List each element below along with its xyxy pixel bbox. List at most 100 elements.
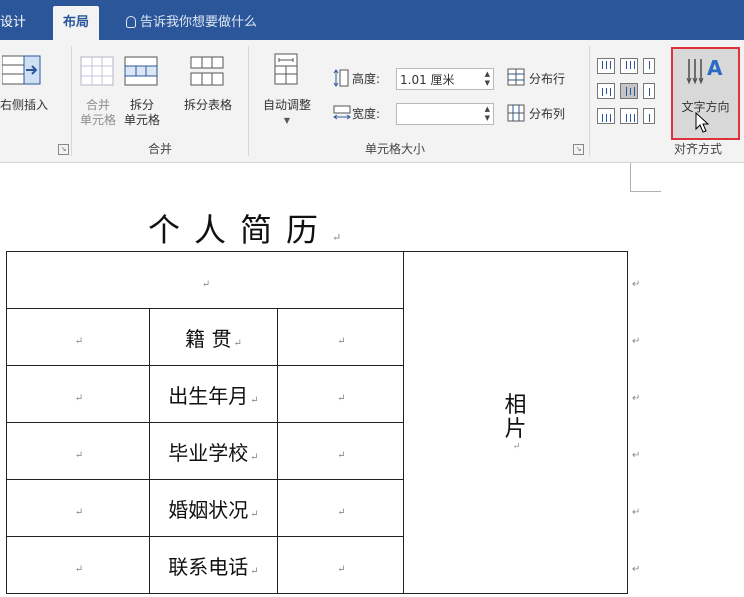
row-end-mark: ↵ <box>632 393 641 404</box>
label-cell[interactable]: 出生年月 ↵ <box>149 365 278 423</box>
table-cell[interactable]: ↵ <box>6 422 150 480</box>
align-top-left-button[interactable] <box>597 58 615 74</box>
resume-table[interactable]: ↵ 相 片 ↵ ↵ 籍 贯↵ ↵ ↵ 出生年月↵ ↵ ↵ 毕业学校↵ ↵ <box>6 251 628 594</box>
merge-cells-label-2: 单元格 <box>79 113 116 127</box>
cell-mark: ↵ <box>337 450 346 461</box>
row-end-mark: ↵ <box>632 336 641 347</box>
tab-design[interactable]: 设计 <box>0 6 26 40</box>
table-cell[interactable]: ↵ <box>6 479 150 537</box>
cell-mark: ↵ <box>250 394 259 406</box>
label-text: 籍 贯 <box>185 326 232 351</box>
merge-cells-label-1: 合并 <box>85 98 110 112</box>
distribute-rows-button[interactable]: 分布行 <box>529 70 565 87</box>
align-bottom-right-button[interactable] <box>643 108 655 124</box>
ribbon: 右侧插入 ↘ 合并 单元格 拆分 单元格 拆分表格 合并 自动调整 ▼ 高度: … <box>0 40 744 163</box>
table-cell[interactable]: ↵ <box>277 479 404 537</box>
autofit-icon <box>272 52 300 86</box>
merge-group-label: 合并 <box>147 142 172 156</box>
tell-me-text: 告诉我你想要做什么 <box>140 15 258 30</box>
table-cell[interactable]: ↵ <box>277 308 404 366</box>
cell-mark: ↵ <box>233 337 242 349</box>
cell-mark: ↵ <box>74 564 84 575</box>
text-direction-icon: A <box>685 55 729 89</box>
spinner-arrows-icon[interactable]: ▲ ▼ <box>485 70 490 88</box>
tab-layout[interactable]: 布局 <box>53 6 100 40</box>
align-bottom-center-button[interactable] <box>620 108 638 124</box>
split-table-button[interactable]: 拆分表格 <box>176 98 240 113</box>
table-cell[interactable]: ↵ <box>277 536 404 594</box>
column-width-icon <box>333 105 351 121</box>
label-cell[interactable]: 籍 贯 ↵ <box>149 308 278 366</box>
align-middle-left-button[interactable] <box>597 83 615 99</box>
distribute-rows-icon <box>507 68 525 86</box>
autofit-button[interactable]: 自动调整 ▼ <box>256 98 318 128</box>
height-input[interactable]: 1.01 厘米 ▲ ▼ <box>396 68 494 90</box>
photo-char-2: 片 <box>504 416 527 442</box>
row-end-mark: ↵ <box>632 507 641 518</box>
table-cell[interactable]: ↵ <box>277 365 404 423</box>
group-separator <box>248 46 249 156</box>
label-text: 毕业学校 <box>168 440 249 465</box>
document-title-text: 个人简历 <box>148 211 333 249</box>
cell-mark: ↵ <box>74 507 84 518</box>
table-cell[interactable]: ↵ <box>277 422 404 480</box>
cell-mark: ↵ <box>74 393 84 404</box>
document-title[interactable]: 个人简历↵ <box>148 205 355 251</box>
insert-right-button[interactable]: 右侧插入 <box>0 98 60 113</box>
cell-mark: ↵ <box>337 393 346 404</box>
align-middle-center-button[interactable] <box>620 83 638 99</box>
ribbon-tab-bar: 设计 布局 告诉我你想要做什么 <box>0 0 744 40</box>
cell-size-group-label: 单元格大小 <box>364 142 425 156</box>
label-cell[interactable]: 毕业学校 ↵ <box>149 422 278 480</box>
align-top-center-button[interactable] <box>620 58 638 74</box>
cell-mark: ↵ <box>74 336 84 347</box>
lightbulb-icon <box>126 16 136 28</box>
photo-cell[interactable]: 相 片 ↵ <box>403 251 628 594</box>
split-cells-button[interactable]: 拆分 单元格 <box>120 98 164 128</box>
cell-mark: ↵ <box>250 565 259 577</box>
insert-right-icon <box>1 54 42 86</box>
table-cell[interactable]: ↵ <box>6 251 404 309</box>
cell-size-launcher[interactable]: ↘ <box>573 144 584 155</box>
chevron-down-icon: ▼ <box>283 116 291 125</box>
photo-char-1: 相 <box>504 392 527 418</box>
row-end-mark: ↵ <box>632 450 641 461</box>
spinner-arrows-icon[interactable]: ▲ ▼ <box>485 105 490 123</box>
cell-mark: ↵ <box>337 336 346 347</box>
width-label: 宽度: <box>352 107 381 121</box>
table-cell[interactable]: ↵ <box>6 365 150 423</box>
cell-mark: ↵ <box>337 564 346 575</box>
split-cells-icon <box>124 56 158 86</box>
rows-columns-launcher[interactable]: ↘ <box>58 144 69 155</box>
label-text: 出生年月 <box>168 383 249 408</box>
svg-text:A: A <box>707 56 723 80</box>
label-text: 婚姻状况 <box>168 497 249 522</box>
row-end-mark: ↵ <box>632 564 641 575</box>
label-cell[interactable]: 联系电话 ↵ <box>149 536 278 594</box>
tell-me-search[interactable]: 告诉我你想要做什么 <box>126 6 257 40</box>
align-top-right-button[interactable] <box>643 58 655 74</box>
table-cell[interactable]: ↵ <box>6 536 150 594</box>
document-area[interactable]: 个人简历↵ ↵ 相 片 ↵ ↵ 籍 贯 ↵ ↵ ↵ 出生年月 ↵ ↵ ↵ 毕业学校 ↵ <box>0 163 744 597</box>
height-value: 1.01 厘米 <box>400 73 455 87</box>
row-end-mark: ↵ <box>632 279 641 290</box>
cell-mark: ↵ <box>74 450 84 461</box>
width-input[interactable]: ▲ ▼ <box>396 103 494 125</box>
label-cell[interactable]: 婚姻状况 ↵ <box>149 479 278 537</box>
alignment-group-label: 对齐方式 <box>673 142 722 156</box>
merge-cells-button[interactable]: 合并 单元格 <box>76 98 120 128</box>
distribute-columns-icon <box>507 104 525 122</box>
merge-cells-icon <box>80 56 114 86</box>
height-label: 高度: <box>352 72 381 86</box>
table-cell[interactable]: ↵ <box>6 308 150 366</box>
split-table-icon <box>190 56 224 86</box>
split-cells-label-2: 单元格 <box>123 113 160 127</box>
autofit-label: 自动调整 <box>262 98 311 112</box>
align-middle-right-button[interactable] <box>643 83 655 99</box>
distribute-columns-button[interactable]: 分布列 <box>529 105 565 122</box>
paragraph-mark: ↵ <box>332 231 356 244</box>
photo-label: 相 片 ↵ <box>404 392 627 452</box>
cell-mark: ↵ <box>337 507 346 518</box>
align-bottom-left-button[interactable] <box>597 108 615 124</box>
mouse-cursor-icon <box>695 111 711 138</box>
